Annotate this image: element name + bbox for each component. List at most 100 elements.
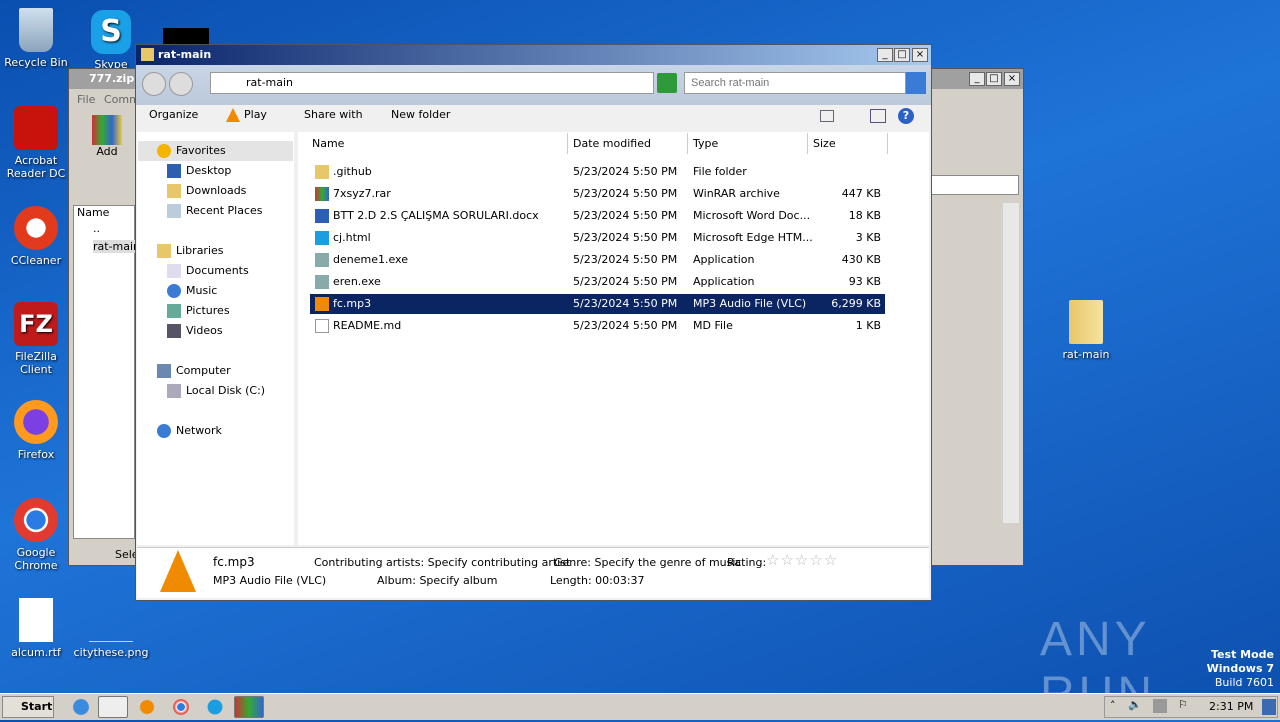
column-size[interactable]: Size	[808, 133, 888, 154]
view-options-icon[interactable]	[820, 110, 834, 122]
nav-computer[interactable]: Computer	[157, 364, 231, 378]
column-name[interactable]: Name	[307, 133, 568, 154]
chrome-taskbar-icon[interactable]	[166, 696, 196, 718]
rat-main-folder-icon[interactable]: rat-main	[1048, 300, 1124, 361]
search-input[interactable]	[684, 72, 906, 94]
nav-desktop[interactable]: Desktop	[167, 164, 231, 178]
rtf-file-icon[interactable]: alcum.rtf	[0, 598, 74, 659]
label: Recycle Bin	[4, 56, 68, 69]
back-button[interactable]	[142, 72, 166, 96]
column-type[interactable]: Type	[688, 133, 808, 154]
file-type: Application	[693, 275, 755, 288]
refresh-button[interactable]	[657, 73, 677, 93]
file-size: 447 KB	[841, 187, 881, 200]
nav-videos[interactable]: Videos	[167, 324, 223, 338]
file-row[interactable]: BTT 2.D 2.S ÇALIŞMA SORULARI.docx 5/23/2…	[310, 206, 885, 226]
label: rat-main	[1062, 348, 1110, 361]
explorer-taskbar-icon[interactable]	[98, 696, 128, 718]
chrome-icon[interactable]: Google Chrome	[0, 498, 74, 572]
edge-taskbar-icon[interactable]	[200, 696, 230, 718]
list-item[interactable]: rat-main	[93, 240, 141, 253]
nav-network[interactable]: Network	[157, 424, 222, 438]
music-icon	[167, 284, 181, 298]
details-type: MP3 Audio File (VLC)	[213, 574, 327, 587]
preview-pane-icon[interactable]	[870, 109, 886, 123]
acrobat-icon[interactable]: Acrobat Reader DC	[0, 106, 74, 180]
file-name: fc.mp3	[315, 294, 371, 314]
file-row[interactable]: eren.exe 5/23/2024 5:50 PM Application 9…	[310, 272, 885, 292]
downloads-icon	[167, 184, 181, 198]
filezilla-icon[interactable]: FZ FileZilla Client	[0, 302, 74, 376]
recycle-bin-icon[interactable]: Recycle Bin	[0, 8, 74, 69]
media-player-taskbar-icon[interactable]	[132, 696, 162, 718]
details-genre[interactable]: Genre: Specify the genre of music	[554, 556, 741, 569]
nav-libraries[interactable]: Libraries	[157, 244, 224, 258]
file-row[interactable]: deneme1.exe 5/23/2024 5:50 PM Applicatio…	[310, 250, 885, 270]
nav-pictures[interactable]: Pictures	[167, 304, 230, 318]
label: citythese.png	[73, 646, 149, 659]
file-name: cj.html	[315, 228, 371, 248]
network-icon	[157, 424, 171, 438]
minimize-button[interactable]: _	[877, 48, 893, 62]
network-tray-icon[interactable]	[1153, 699, 1167, 713]
nav-documents[interactable]: Documents	[167, 264, 249, 278]
clock[interactable]: 2:31 PM	[1209, 700, 1253, 713]
file-date: 5/23/2024 5:50 PM	[573, 253, 678, 266]
label: Acrobat Reader DC	[6, 154, 66, 180]
play-button[interactable]: Play	[244, 108, 267, 121]
action-center-flag-icon[interactable]: ⚐	[1178, 698, 1188, 711]
column-date-modified[interactable]: Date modified	[568, 133, 688, 154]
maximize-button[interactable]: □	[986, 72, 1002, 86]
help-icon[interactable]: ?	[898, 108, 914, 124]
close-button[interactable]: ×	[912, 48, 928, 62]
file-row[interactable]: .github 5/23/2024 5:50 PM File folder	[310, 162, 885, 182]
nav-local-disk[interactable]: Local Disk (C:)	[167, 384, 265, 398]
search-icon[interactable]	[906, 72, 926, 94]
rar-file-icon	[315, 187, 329, 201]
address-bar[interactable]: rat-main	[210, 72, 654, 94]
scrollbar[interactable]	[1003, 203, 1019, 523]
menu-file[interactable]: File	[77, 93, 95, 106]
nav-music[interactable]: Music	[167, 284, 217, 298]
file-row[interactable]: 7xsyz7.rar 5/23/2024 5:50 PM WinRAR arch…	[310, 184, 885, 204]
show-hidden-icons[interactable]: ˄	[1110, 699, 1116, 712]
winrar-taskbar-icon[interactable]	[234, 696, 264, 718]
new-folder-button[interactable]: New folder	[391, 108, 450, 121]
column-name[interactable]: Name	[77, 206, 109, 219]
file-row[interactable]: cj.html 5/23/2024 5:50 PM Microsoft Edge…	[310, 228, 885, 248]
label: Firefox	[17, 448, 55, 461]
png-file-icon[interactable]: citythese.png	[73, 598, 149, 659]
file-size: 6,299 KB	[831, 297, 881, 310]
show-desktop-button[interactable]	[1262, 699, 1276, 715]
rating-stars[interactable]: ☆☆☆☆☆	[766, 551, 838, 569]
firefox-icon[interactable]: Firefox	[0, 400, 74, 461]
file-row[interactable]: README.md 5/23/2024 5:50 PM MD File 1 KB	[310, 316, 885, 336]
black-thumbnail	[163, 28, 209, 44]
share-with-button[interactable]: Share with	[304, 108, 363, 121]
organize-button[interactable]: Organize	[149, 108, 198, 121]
test-mode-text: Test Mode	[1211, 648, 1274, 661]
file-type: Application	[693, 253, 755, 266]
file-date: 5/23/2024 5:50 PM	[573, 319, 678, 332]
start-button[interactable]: Start	[2, 696, 54, 718]
minimize-button[interactable]: _	[969, 72, 985, 86]
close-button[interactable]: ×	[1004, 72, 1020, 86]
forward-button[interactable]	[169, 72, 193, 96]
details-album[interactable]: Album: Specify album	[377, 574, 497, 587]
folder-file-icon	[315, 165, 329, 179]
nav-favorites[interactable]: Favorites	[157, 144, 226, 158]
list-item[interactable]: ..	[93, 222, 100, 235]
address-text: rat-main	[246, 76, 294, 89]
details-artists[interactable]: Contributing artists: Specify contributi…	[314, 556, 570, 569]
nav-recent-places[interactable]: Recent Places	[167, 204, 263, 218]
details-length: Length: 00:03:37	[550, 574, 645, 587]
ie-taskbar-icon[interactable]	[66, 696, 96, 718]
window-title: rat-main	[158, 48, 212, 61]
nav-downloads[interactable]: Downloads	[167, 184, 246, 198]
add-button[interactable]: Add	[89, 115, 125, 158]
file-row[interactable]: fc.mp3 5/23/2024 5:50 PM MP3 Audio File …	[310, 294, 885, 314]
file-type: MP3 Audio File (VLC)	[693, 297, 807, 310]
maximize-button[interactable]: □	[894, 48, 910, 62]
volume-icon[interactable]: 🔈	[1128, 698, 1142, 711]
ccleaner-icon[interactable]: CCleaner	[0, 206, 74, 267]
